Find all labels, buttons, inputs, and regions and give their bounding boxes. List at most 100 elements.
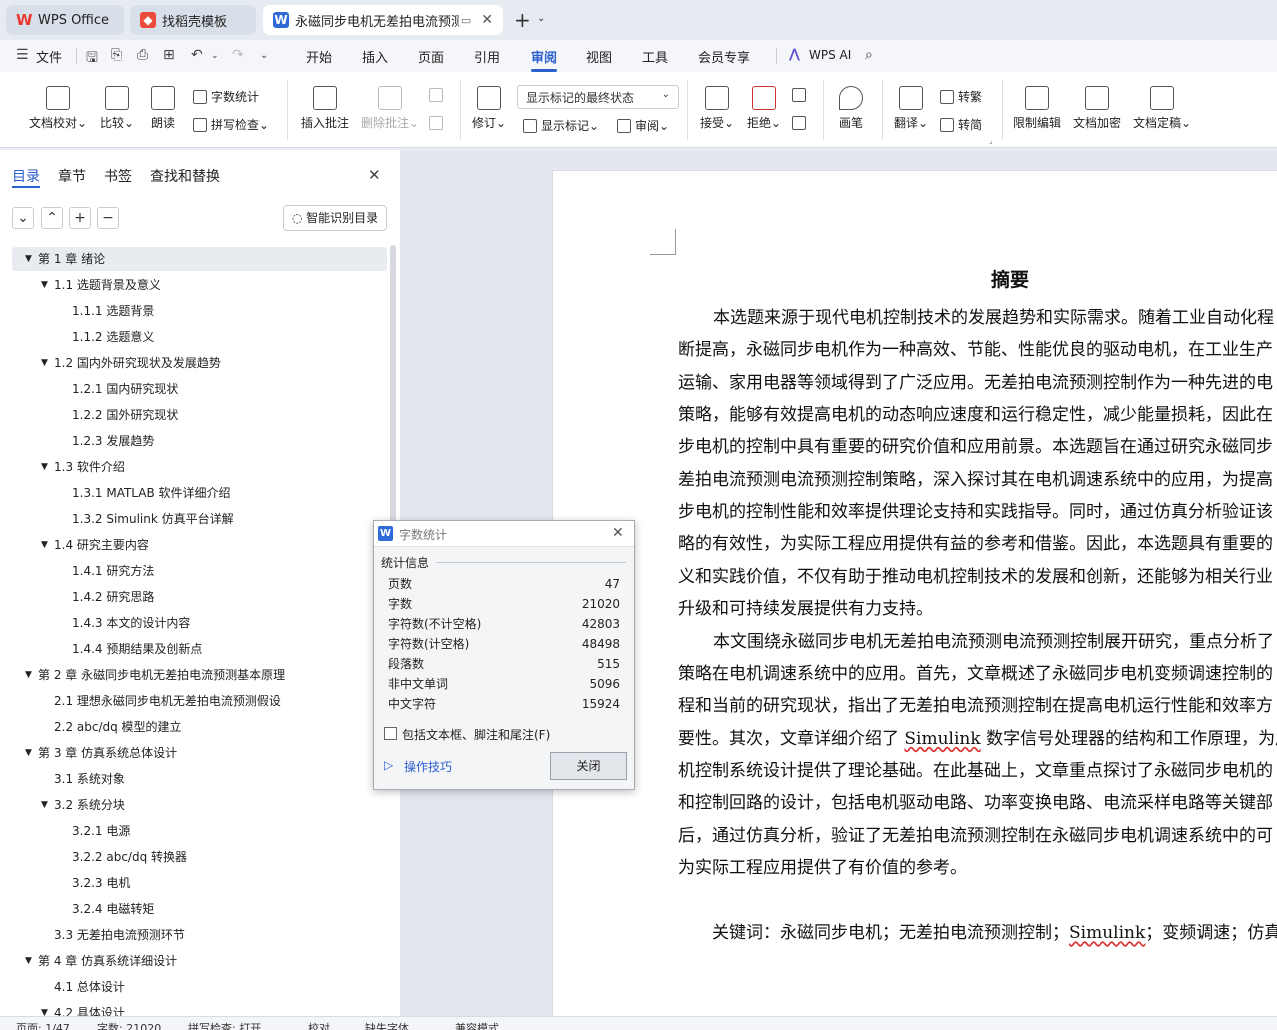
toc-expand-icon[interactable]: ▼ xyxy=(41,273,48,297)
toc-item[interactable]: 1.1.2 选题意义 xyxy=(72,325,154,349)
smart-toc-button[interactable]: ◌ 智能识别目录 xyxy=(283,205,387,231)
tab-wps-office[interactable]: W WPS Office xyxy=(6,5,124,35)
toc-item[interactable]: 3.2.4 电磁转矩 xyxy=(72,897,154,921)
word-count-button[interactable]: 字数统计 xyxy=(193,88,259,105)
show-markup-button[interactable]: 显示标记 ⌄ xyxy=(523,117,599,134)
spellcheck-word[interactable]: Simulink xyxy=(904,729,980,749)
toc-expand-icon[interactable]: ▼ xyxy=(25,949,32,973)
toc-item[interactable]: 1.4.1 研究方法 xyxy=(72,559,154,583)
next-change-button[interactable] xyxy=(792,116,810,130)
tab-list-chevron-icon[interactable]: ⌄ xyxy=(537,13,545,24)
tips-link[interactable]: 操作技巧 xyxy=(404,758,452,775)
remove-heading-icon[interactable]: − xyxy=(97,207,119,229)
read-aloud-button[interactable]: 朗读 xyxy=(151,86,175,131)
toc-expand-icon[interactable]: ▼ xyxy=(41,793,48,817)
toc-item[interactable]: 3.2 系统分块 xyxy=(54,793,125,817)
status-spell[interactable]: 拼写检查: 打开 xyxy=(188,1020,261,1030)
toc-item[interactable]: 3.2.1 电源 xyxy=(72,819,130,843)
collapse-down-icon[interactable]: ⌄ xyxy=(12,207,34,229)
nav-tab-toc[interactable]: 目录 xyxy=(12,166,40,186)
compare-button[interactable]: 比较⌄ xyxy=(100,86,134,131)
status-page[interactable]: 页面: 1/47 xyxy=(16,1020,70,1030)
menu-review[interactable]: 审阅 xyxy=(531,47,557,66)
toc-item[interactable]: 1.3.2 Simulink 仿真平台详解 xyxy=(72,507,234,531)
translate-button[interactable]: 翻译⌄ xyxy=(894,86,928,131)
track-changes-button[interactable]: 修订⌄ xyxy=(472,86,506,131)
toc-item[interactable]: 第 4 章 仿真系统详细设计 xyxy=(38,949,177,973)
toc-expand-icon[interactable]: ▼ xyxy=(41,533,48,557)
undo-icon[interactable]: ↶ xyxy=(191,47,203,63)
new-tab-plus-icon[interactable]: + xyxy=(514,8,531,32)
next-comment-button[interactable] xyxy=(429,116,447,130)
menu-insert[interactable]: 插入 xyxy=(362,47,388,66)
toc-item[interactable]: 1.2 国内外研究现状及发展趋势 xyxy=(54,351,221,375)
toc-item[interactable]: 1.3.1 MATLAB 软件详细介绍 xyxy=(72,481,231,505)
toc-item[interactable]: 1.2.1 国内研究现状 xyxy=(72,377,178,401)
pen-button[interactable]: 画笔 xyxy=(839,86,863,131)
status-words[interactable]: 字数: 21020 xyxy=(97,1020,161,1030)
toc-item[interactable]: 1.1 选题背景及意义 xyxy=(54,273,161,297)
dialog-close-button[interactable]: 关闭 xyxy=(550,752,627,780)
delete-comment-button[interactable]: 删除批注⌄ xyxy=(361,86,419,131)
document-page[interactable]: 摘要 本选题来源于现代电机控制技术的发展趋势和实际需求。随着工业自动化程 断提高，… xyxy=(552,170,1277,1030)
spell-check-button[interactable]: 拼写检查 ⌄ xyxy=(193,116,269,133)
toc-item[interactable]: 1.4.2 研究思路 xyxy=(72,585,154,609)
print-icon[interactable]: ⎙ xyxy=(137,47,148,63)
toc-item[interactable]: 3.1 系统对象 xyxy=(54,767,125,791)
tab-current-document[interactable]: W 永磁同步电机无差拍电流预测 ▭ ✕ xyxy=(263,5,503,35)
collapse-up-icon[interactable]: ⌃ xyxy=(41,207,63,229)
menu-home[interactable]: 开始 xyxy=(306,47,332,66)
review-pane-button[interactable]: 审阅 ⌄ xyxy=(617,117,669,134)
tab-docer-templates[interactable]: ◆ 找稻壳模板 xyxy=(130,5,256,35)
restrict-edit-button[interactable]: 限制编辑 xyxy=(1013,86,1061,131)
menu-page[interactable]: 页面 xyxy=(418,47,444,66)
tips-play-icon[interactable]: ▷ xyxy=(384,758,393,772)
hamburger-icon[interactable]: ☰ xyxy=(16,47,29,63)
status-proof[interactable]: 校对 xyxy=(308,1020,330,1030)
toc-item[interactable]: 1.2.2 国外研究现状 xyxy=(72,403,178,427)
undo-dropdown-icon[interactable]: ⌄ xyxy=(211,51,219,61)
expand-corner-icon[interactable]: ⌟ xyxy=(989,136,993,145)
print-preview-icon[interactable]: ⊞ xyxy=(163,47,175,63)
include-textbox-checkbox[interactable] xyxy=(384,727,397,740)
menu-tools[interactable]: 工具 xyxy=(642,47,668,66)
toc-item[interactable]: 2.2 abc/dq 模型的建立 xyxy=(54,715,182,739)
prev-change-button[interactable] xyxy=(792,88,810,102)
more-chevron-icon[interactable]: ⌄ xyxy=(260,50,268,61)
redo-icon[interactable]: ↷ xyxy=(232,47,244,63)
toc-item[interactable]: 1.3 软件介绍 xyxy=(54,455,125,479)
toc-item[interactable]: 1.2.3 发展趋势 xyxy=(72,429,154,453)
reject-button[interactable]: 拒绝⌄ xyxy=(747,86,781,131)
save-icon[interactable]: 🖫 xyxy=(86,47,98,71)
toc-expand-icon[interactable]: ▼ xyxy=(41,455,48,479)
export-icon[interactable]: ⎘ xyxy=(111,47,122,63)
nav-tab-chapters[interactable]: 章节 xyxy=(58,166,86,186)
toc-item[interactable]: 3.2.3 电机 xyxy=(72,871,130,895)
prev-comment-button[interactable] xyxy=(429,88,447,102)
to-traditional-button[interactable]: 转繁 xyxy=(940,88,982,105)
toc-item[interactable]: 4.1 总体设计 xyxy=(54,975,125,999)
menu-wps-ai[interactable]: WPS AI xyxy=(809,48,851,62)
toc-item[interactable]: 3.3 无差拍电流预测环节 xyxy=(54,923,185,947)
to-simplified-button[interactable]: 转简 xyxy=(940,116,982,133)
toc-item[interactable]: 2.1 理想永磁同步电机无差拍电流预测假设 xyxy=(54,689,281,713)
monitor-icon[interactable]: ▭ xyxy=(461,14,471,27)
insert-comment-button[interactable]: 插入批注 xyxy=(301,86,349,131)
menu-member[interactable]: 会员专享 xyxy=(698,47,750,66)
dialog-titlebar[interactable]: W 字数统计 ✕ xyxy=(374,521,634,547)
toc-expand-icon[interactable]: ▼ xyxy=(25,247,32,271)
toc-item[interactable]: 1.1.1 选题背景 xyxy=(72,299,154,323)
search-icon[interactable]: ⌕ xyxy=(865,47,873,63)
toc-item[interactable]: 第 3 章 仿真系统总体设计 xyxy=(38,741,177,765)
close-tab-icon[interactable]: ✕ xyxy=(481,12,493,28)
toc-item[interactable]: 3.2.2 abc/dq 转换器 xyxy=(72,845,187,869)
toc-expand-icon[interactable]: ▼ xyxy=(25,663,32,687)
add-heading-icon[interactable]: + xyxy=(69,207,91,229)
markup-state-select[interactable]: 显示标记的最终状态 ⌄ xyxy=(517,85,679,109)
toc-item[interactable]: 第 1 章 绪论 xyxy=(38,247,105,271)
accept-button[interactable]: 接受⌄ xyxy=(700,86,734,131)
dialog-close-icon[interactable]: ✕ xyxy=(612,525,624,541)
finalize-button[interactable]: 文档定稿⌄ xyxy=(1133,86,1191,131)
encrypt-button[interactable]: 文档加密 xyxy=(1073,86,1121,131)
toc-item[interactable]: 第 2 章 永磁同步电机无差拍电流预测基本原理 xyxy=(38,663,285,687)
